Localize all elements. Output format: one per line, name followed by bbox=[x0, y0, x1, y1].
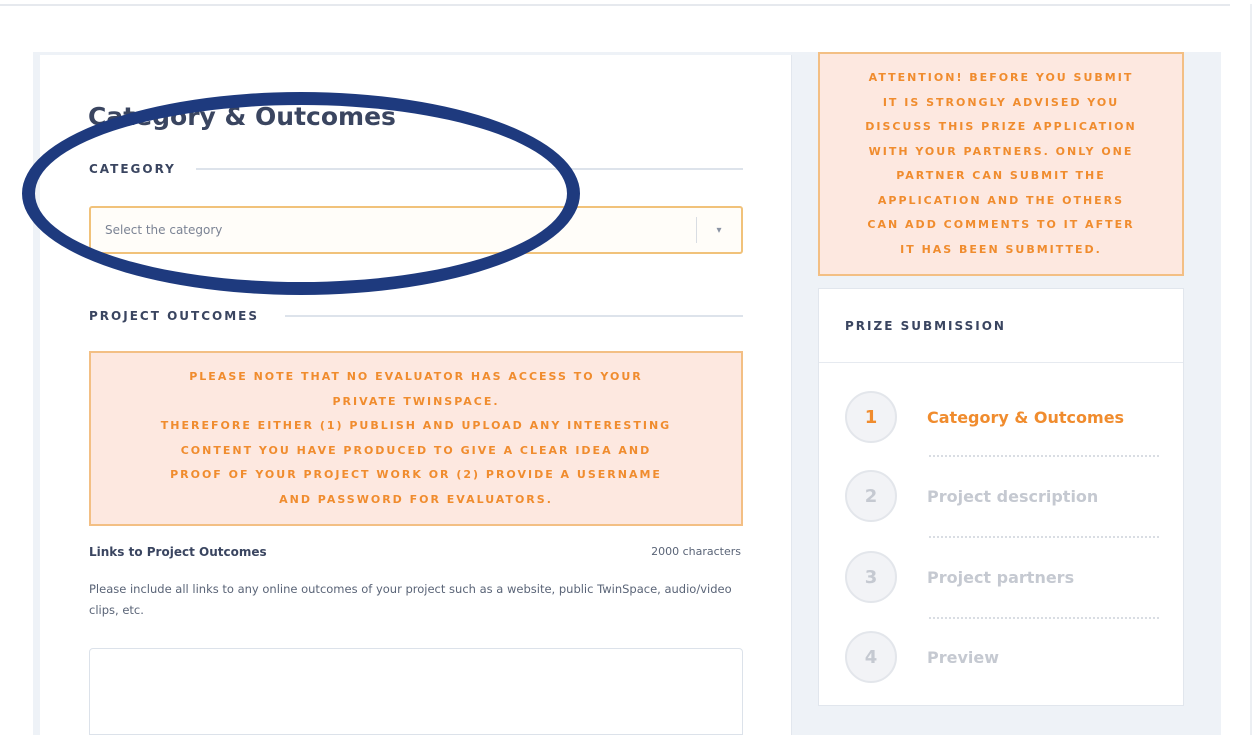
category-outcomes-card: Category & Outcomes CATEGORY Select the … bbox=[40, 55, 792, 735]
attention-warning-line: APPLICATION AND THE OTHERS bbox=[877, 193, 1125, 207]
category-select[interactable]: Select the category ▾ bbox=[89, 206, 743, 254]
step-separator bbox=[929, 455, 1159, 457]
side-card-divider bbox=[819, 362, 1183, 363]
outcomes-warning-line: CONTENT YOU HAVE PRODUCED TO GIVE A CLEA… bbox=[180, 443, 652, 457]
step-number: 2 bbox=[845, 470, 897, 522]
outcomes-warning-line: PRIVATE TWINSPACE. bbox=[332, 394, 500, 408]
outcomes-warning-line: PROOF OF YOUR PROJECT WORK OR (2) PROVID… bbox=[170, 468, 662, 481]
step-project-description[interactable]: 2 Project description bbox=[845, 468, 1165, 524]
step-separator bbox=[929, 617, 1159, 619]
step-label: Preview bbox=[927, 647, 1000, 667]
attention-warning-box: ATTENTION! BEFORE YOU SUBMIT IT IS STRON… bbox=[818, 52, 1184, 276]
step-label: Project description bbox=[927, 486, 1099, 506]
top-divider bbox=[0, 4, 1230, 6]
outcomes-warning-line: AND PASSWORD FOR EVALUATORS. bbox=[279, 492, 553, 506]
links-help-text: Please include all links to any online o… bbox=[89, 582, 732, 617]
prize-submission-title: PRIZE SUBMISSION bbox=[845, 319, 1006, 333]
chevron-down-icon[interactable]: ▾ bbox=[697, 225, 741, 236]
category-select-placeholder: Select the category bbox=[105, 223, 223, 237]
links-textarea[interactable] bbox=[89, 648, 743, 735]
outcomes-warning-box: PLEASE NOTE THAT NO EVALUATOR HAS ACCESS… bbox=[89, 351, 743, 526]
right-edge-divider bbox=[1250, 4, 1252, 735]
outcomes-warning-line: PLEASE NOTE THAT NO EVALUATOR HAS ACCESS… bbox=[189, 370, 643, 383]
attention-warning-line: IT IS STRONGLY ADVISED YOU bbox=[882, 95, 1120, 109]
section-title: Category & Outcomes bbox=[88, 102, 396, 131]
step-number: 3 bbox=[845, 551, 897, 603]
category-label: CATEGORY bbox=[89, 162, 176, 176]
step-label: Category & Outcomes bbox=[927, 407, 1125, 427]
attention-warning-line: IT HAS BEEN SUBMITTED. bbox=[900, 242, 1102, 256]
step-number: 1 bbox=[845, 391, 897, 443]
attention-warning-line: CAN ADD COMMENTS TO IT AFTER bbox=[867, 218, 1135, 231]
attention-warning-line: WITH YOUR PARTNERS. ONLY ONE bbox=[868, 144, 1134, 158]
outcomes-warning-line: THEREFORE EITHER (1) PUBLISH AND UPLOAD … bbox=[160, 419, 672, 432]
attention-warning-line: DISCUSS THIS PRIZE APPLICATION bbox=[865, 120, 1137, 133]
character-limit: 2000 characters bbox=[651, 545, 741, 558]
links-to-outcomes-label: Links to Project Outcomes bbox=[89, 545, 267, 559]
step-number: 4 bbox=[845, 631, 897, 683]
attention-warning-line: ATTENTION! BEFORE YOU SUBMIT bbox=[868, 71, 1134, 84]
step-preview[interactable]: 4 Preview bbox=[845, 629, 1165, 685]
step-project-partners[interactable]: 3 Project partners bbox=[845, 549, 1165, 605]
step-separator bbox=[929, 536, 1159, 538]
attention-warning-line: PARTNER CAN SUBMIT THE bbox=[896, 169, 1106, 182]
step-label: Project partners bbox=[927, 567, 1075, 587]
prize-submission-card: PRIZE SUBMISSION 1 Category & Outcomes 2… bbox=[818, 288, 1184, 706]
category-label-line bbox=[196, 168, 743, 170]
step-category-outcomes[interactable]: 1 Category & Outcomes bbox=[845, 389, 1165, 445]
project-outcomes-label: PROJECT OUTCOMES bbox=[89, 309, 259, 323]
project-outcomes-label-line bbox=[285, 315, 743, 317]
